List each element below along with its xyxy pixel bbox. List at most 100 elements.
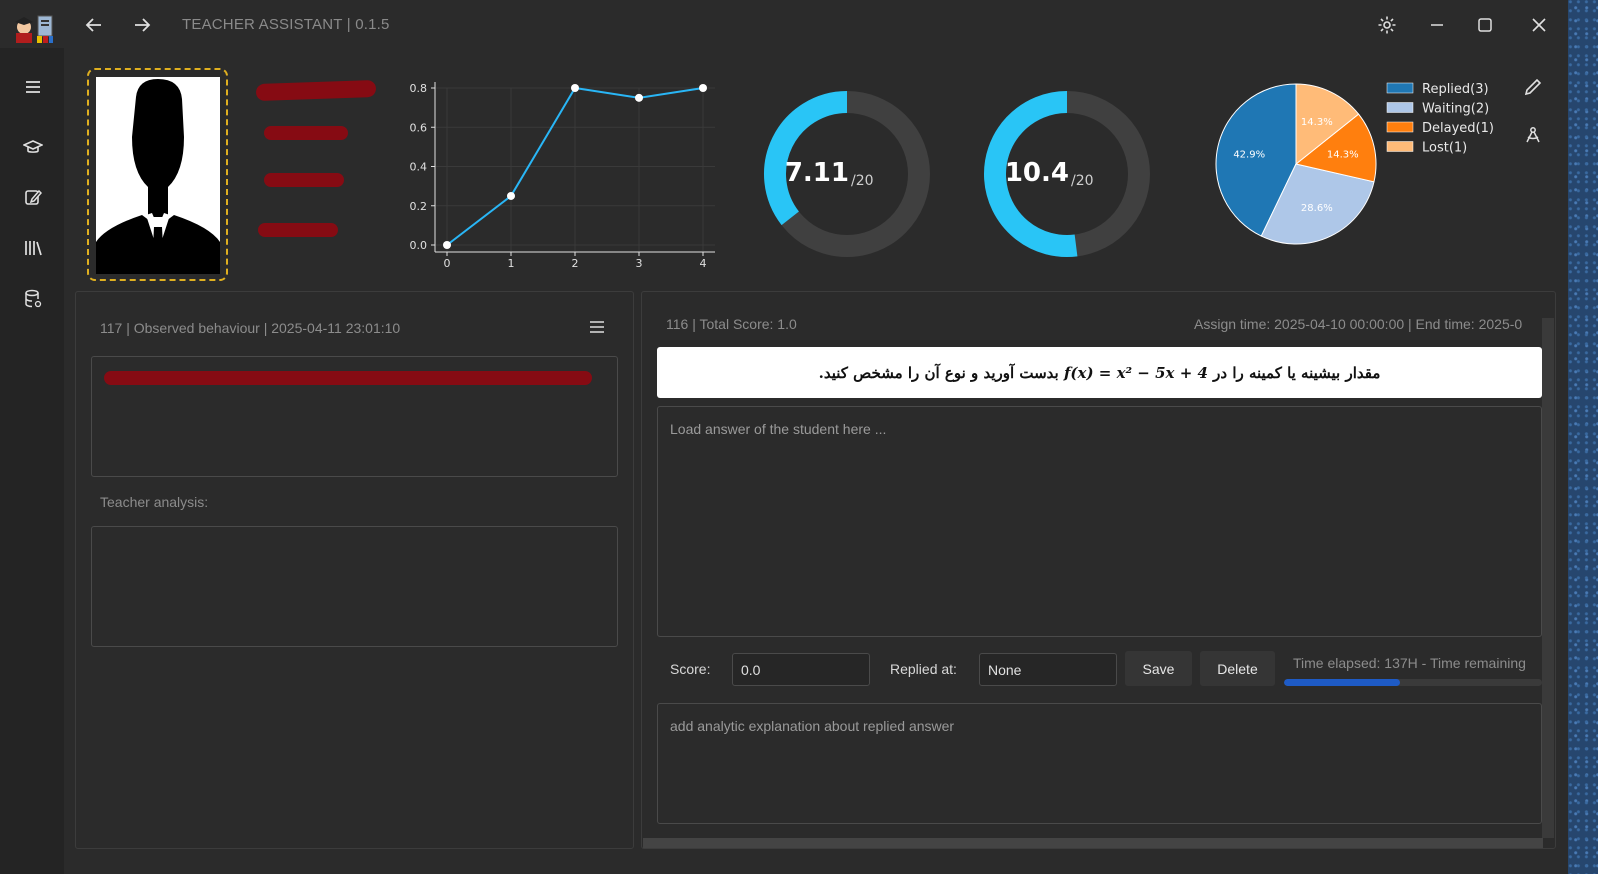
data-point [443, 241, 451, 249]
settings-button[interactable] [1370, 10, 1404, 40]
score-donut-2: 10.4/20 [984, 91, 1150, 257]
analysis-placeholder: add analytic explanation about replied a… [670, 718, 955, 734]
data-point [635, 93, 643, 102]
pie-slice-label: 28.6% [1301, 203, 1333, 214]
legend-swatch [1386, 121, 1414, 133]
x-tick-label: 3 [636, 257, 643, 270]
sidebar-item-database[interactable] [18, 284, 48, 314]
time-progress-fill [1284, 679, 1401, 686]
question-prefix: مقدار بیشینه یا کمینه را در [1213, 363, 1381, 382]
delete-button[interactable]: Delete [1200, 651, 1275, 686]
pie-slice-label: 42.9% [1233, 149, 1265, 160]
redacted-name [255, 79, 377, 102]
sidebar-item-courses[interactable] [18, 132, 48, 162]
x-tick-label: 4 [700, 257, 707, 270]
legend-label: Waiting(2) [1422, 102, 1489, 117]
vertical-scrollbar[interactable] [1542, 318, 1554, 838]
library-icon [25, 241, 42, 256]
legend-swatch [1386, 82, 1414, 94]
observation-header: 117 | Observed behaviour | 2025-04-11 23… [100, 320, 401, 336]
gear-icon [1378, 16, 1396, 34]
data-point [571, 84, 579, 92]
score-label: Score: [670, 661, 711, 677]
app-window: TEACHER ASSISTANT | 0.1.5 0.0 0.2 0.4 0.… [0, 0, 1568, 874]
x-tick-label: 2 [572, 257, 579, 270]
score-trend-chart: 0.0 0.2 0.4 0.6 0.8 0 1 2 3 4 [410, 82, 715, 270]
status-pie-chart: 42.9% 28.6% 14.3% 14.3% Replied(3) Waiting(2)… [1215, 82, 1494, 245]
app-title: TEACHER ASSISTANT | 0.1.5 [182, 16, 390, 33]
legend-swatch [1386, 141, 1414, 152]
database-icon [25, 289, 42, 308]
edit-icon [25, 189, 42, 205]
minimize-button[interactable] [1420, 10, 1454, 40]
hamburger-icon [590, 321, 604, 333]
replied-at-input[interactable]: None [979, 653, 1117, 686]
back-button[interactable] [80, 12, 108, 38]
forward-button[interactable] [128, 12, 156, 38]
analysis-explanation-field[interactable]: add analytic explanation about replied a… [657, 703, 1542, 824]
sidebar-item-library[interactable] [18, 233, 48, 263]
edit-student-button[interactable] [1516, 72, 1550, 102]
assignment-times: Assign time: 2025-04-10 00:00:00 | End t… [1194, 316, 1523, 332]
hamburger-icon [26, 81, 40, 93]
sidebar [0, 48, 64, 874]
tools-button[interactable] [1516, 120, 1550, 150]
question-suffix: بدست آورید و نوع آن را مشخص کنید. [818, 363, 1059, 382]
student-photo-frame[interactable] [87, 68, 228, 281]
data-point [507, 191, 515, 200]
close-button[interactable] [1522, 10, 1556, 40]
student-answer-field[interactable]: Load answer of the student here ... [657, 406, 1542, 637]
app-logo-icon [15, 15, 53, 43]
close-icon [1532, 18, 1546, 32]
donut-suffix-label: /20 [1071, 173, 1094, 189]
y-tick-label: 0.6 [410, 121, 428, 134]
y-tick-label: 0.2 [410, 200, 428, 213]
sidebar-menu-button[interactable] [18, 72, 48, 102]
minimize-icon [1431, 24, 1443, 26]
maximize-button[interactable] [1468, 10, 1502, 40]
legend-label: Lost(1) [1422, 141, 1467, 156]
legend-label: Delayed(1) [1422, 121, 1494, 136]
x-tick-label: 1 [508, 257, 515, 270]
pie-slice-label: 14.3% [1327, 149, 1359, 160]
redacted-observation [104, 371, 592, 385]
maximize-icon [1478, 18, 1492, 32]
sidebar-item-assignments[interactable] [18, 182, 48, 212]
redacted-id [264, 126, 348, 140]
compass-icon [1526, 127, 1540, 143]
y-tick-label: 0.8 [410, 82, 428, 95]
student-photo [96, 77, 220, 274]
time-status: Time elapsed: 137H - Time remaining [1293, 655, 1526, 671]
arrow-right-icon [135, 18, 151, 32]
assignment-header: 116 | Total Score: 1.0 [666, 316, 797, 332]
person-silhouette-icon [96, 77, 220, 274]
answer-placeholder: Load answer of the student here ... [670, 421, 887, 437]
graduation-cap-icon [23, 140, 43, 153]
question-box: مقدار بیشینه یا کمینه را در f(x) = x² − … [657, 347, 1542, 398]
score-input[interactable]: 0.0 [732, 653, 870, 686]
redacted-field [264, 173, 344, 187]
donut-value-label: 7.11 [785, 158, 849, 188]
redacted-class [258, 223, 338, 237]
score-donut-1: 7.11/20 [764, 91, 930, 257]
y-tick-label: 0.4 [410, 161, 428, 174]
y-tick-label: 0.0 [410, 239, 428, 252]
x-tick-label: 0 [444, 257, 451, 270]
observation-menu-button[interactable] [580, 312, 614, 342]
pie-slice-label: 14.3% [1301, 117, 1333, 128]
data-point [699, 84, 707, 92]
title-bar: TEACHER ASSISTANT | 0.1.5 [0, 0, 1568, 48]
legend-swatch [1386, 102, 1414, 113]
donut-suffix-label: /20 [851, 173, 874, 189]
save-button[interactable]: Save [1125, 651, 1192, 686]
question-formula: f(x) = x² − 5x + 4 [1063, 363, 1208, 382]
legend-label: Replied(3) [1422, 82, 1489, 97]
pencil-icon [1524, 78, 1542, 96]
arrow-left-icon [85, 18, 101, 32]
teacher-analysis-field[interactable] [91, 526, 618, 647]
teacher-analysis-label: Teacher analysis: [100, 494, 209, 510]
horizontal-scrollbar[interactable] [643, 838, 1543, 848]
time-progress-bar [1284, 679, 1542, 686]
replied-at-label: Replied at: [890, 661, 957, 677]
desktop-background [1568, 0, 1598, 874]
